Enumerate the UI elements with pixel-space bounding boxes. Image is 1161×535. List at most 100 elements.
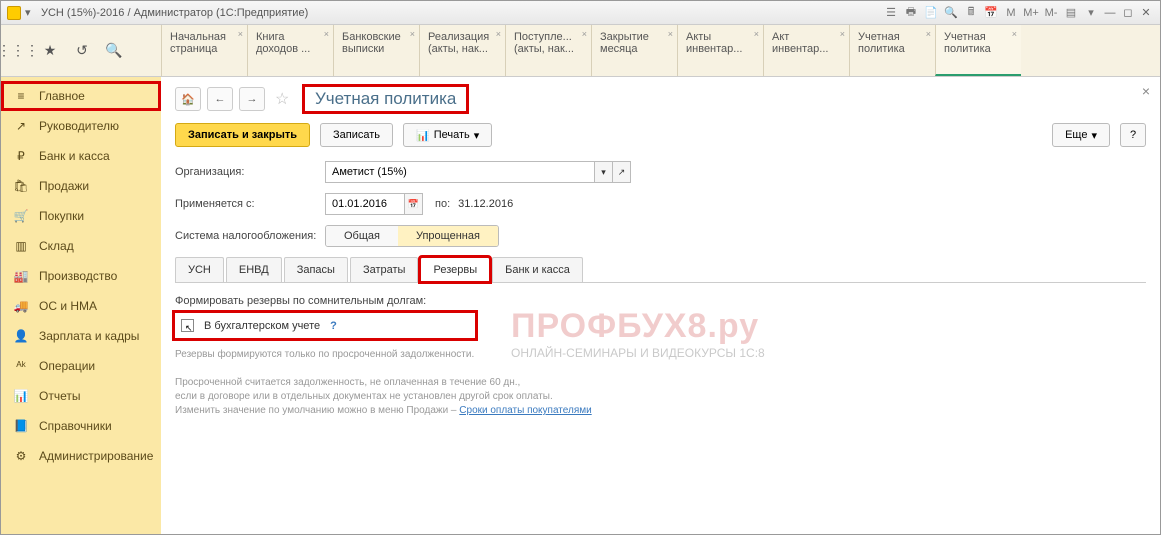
tab-close-icon[interactable]: ×: [754, 29, 759, 39]
tb-tool-2[interactable]: 🖶: [902, 5, 920, 21]
subtab-Резервы[interactable]: Резервы: [420, 257, 490, 282]
tb-tool-5[interactable]: 🖩: [962, 5, 980, 21]
subtab-Затраты[interactable]: Затраты: [350, 257, 419, 282]
sidebar-item-5[interactable]: ▥Склад: [1, 231, 161, 261]
help-link[interactable]: ?: [330, 320, 337, 332]
subtab-Запасы[interactable]: Запасы: [284, 257, 348, 282]
sidebar-icon: ⚙: [13, 449, 29, 463]
org-input[interactable]: [325, 161, 595, 183]
sidebar-item-2[interactable]: ₽ Банк и касса: [1, 141, 161, 171]
seg-simple[interactable]: Упрощенная: [398, 226, 498, 246]
to-label: по:: [435, 198, 450, 210]
watermark-main: ПРОФБУХ8.ру: [511, 307, 759, 345]
tb-tool-7[interactable]: ▤: [1062, 5, 1080, 21]
tb-tool-4[interactable]: 🔍: [942, 5, 960, 21]
tab-close-icon[interactable]: ×: [668, 29, 673, 39]
sidebar-icon: ₽: [13, 149, 29, 163]
tab-4[interactable]: ×Поступле...(акты, нак...: [505, 25, 591, 76]
print-button[interactable]: 📊 Печать ▾: [403, 123, 492, 147]
home-button[interactable]: 🏠: [175, 87, 201, 111]
search-icon[interactable]: 🔍: [105, 42, 123, 60]
tab-2[interactable]: ×Банковскиевыписки: [333, 25, 419, 76]
date-to-value: 31.12.2016: [458, 198, 513, 210]
sidebar-label: ОС и НМА: [39, 299, 97, 313]
sidebar-label: Администрирование: [39, 449, 153, 463]
save-button[interactable]: Записать: [320, 123, 393, 147]
tab-close-icon[interactable]: ×: [410, 29, 415, 39]
sidebar-item-3[interactable]: 🛍Продажи: [1, 171, 161, 201]
sidebar-icon: 📊: [13, 389, 29, 403]
tab-0[interactable]: ×Начальнаястраница: [161, 25, 247, 76]
tab-9[interactable]: ×Учетнаяполитика: [935, 25, 1021, 76]
subtab-УСН[interactable]: УСН: [175, 257, 224, 282]
reserve-checkbox-row: В бухгалтерском учете ?: [175, 313, 475, 338]
date-from-input[interactable]: [325, 193, 405, 215]
tab-6[interactable]: ×Актыинвентар...: [677, 25, 763, 76]
org-dropdown[interactable]: ▾: [595, 161, 613, 183]
sidebar-item-10[interactable]: 📊Отчеты: [1, 381, 161, 411]
subtab-ЕНВД[interactable]: ЕНВД: [226, 257, 282, 282]
tb-m-[interactable]: M-: [1042, 5, 1060, 21]
window-title: УСН (15%)-2016 / Администратор (1С:Предп…: [41, 7, 308, 19]
sidebar-item-9[interactable]: ᴬᵏОперации: [1, 351, 161, 381]
titlebar-dropdown-icon[interactable]: ▾: [25, 6, 35, 19]
tab-close-icon[interactable]: ×: [324, 29, 329, 39]
tb-m+[interactable]: M+: [1022, 5, 1040, 21]
sidebar-label: Производство: [39, 269, 117, 283]
sidebar-item-7[interactable]: 🚚ОС и НМА: [1, 291, 161, 321]
org-open[interactable]: ↗: [613, 161, 631, 183]
page-title: Учетная политика: [305, 87, 466, 111]
help-button[interactable]: ?: [1120, 123, 1146, 147]
accounting-checkbox[interactable]: [181, 319, 194, 332]
sidebar-icon: 📘: [13, 419, 29, 433]
tab-close-icon[interactable]: ×: [238, 29, 243, 39]
tb-tool-3[interactable]: 📄: [922, 5, 940, 21]
tab-7[interactable]: ×Актинвентар...: [763, 25, 849, 76]
tb-tool-1[interactable]: ☰: [882, 5, 900, 21]
tab-close-icon[interactable]: ×: [496, 29, 501, 39]
tab-3[interactable]: ×Реализация(акты, нак...: [419, 25, 505, 76]
tab-5[interactable]: ×Закрытиемесяца: [591, 25, 677, 76]
subtab-Банк и касса[interactable]: Банк и касса: [492, 257, 583, 282]
sidebar-item-1[interactable]: ↗Руководителю: [1, 111, 161, 141]
payment-terms-link[interactable]: Сроки оплаты покупателями: [459, 405, 591, 416]
sidebar-item-8[interactable]: 👤 Зарплата и кадры: [1, 321, 161, 351]
tab-1[interactable]: ×Книгадоходов ...: [247, 25, 333, 76]
grid-icon[interactable]: ⋮⋮⋮: [9, 42, 27, 60]
sidebar-item-4[interactable]: 🛒Покупки: [1, 201, 161, 231]
sidebar-item-11[interactable]: 📘 Справочники: [1, 411, 161, 441]
tb-m[interactable]: M: [1002, 5, 1020, 21]
star-icon[interactable]: ★: [41, 42, 59, 60]
sidebar-label: Зарплата и кадры: [39, 329, 139, 343]
sidebar-item-6[interactable]: 🏭Производство: [1, 261, 161, 291]
sidebar-label: Продажи: [39, 179, 89, 193]
sidebar-item-12[interactable]: ⚙ Администрирование: [1, 441, 161, 471]
tab-close-icon[interactable]: ×: [582, 29, 587, 39]
favorite-icon[interactable]: ☆: [275, 89, 295, 109]
titlebar: ▾ УСН (15%)-2016 / Администратор (1С:Пре…: [1, 1, 1160, 25]
history-icon[interactable]: ↺: [73, 42, 91, 60]
tab-close-icon[interactable]: ×: [926, 29, 931, 39]
nav-back[interactable]: ←: [207, 87, 233, 111]
tab-8[interactable]: ×Учетнаяполитика: [849, 25, 935, 76]
calendar-icon[interactable]: 📅: [405, 193, 423, 215]
more-label: Еще: [1065, 129, 1087, 141]
sidebar-label: Руководителю: [39, 119, 119, 133]
sidebar-icon: 👤: [13, 329, 29, 343]
hint4a: Изменить значение по умолчанию можно в м…: [175, 405, 459, 416]
sidebar-label: Банк и касса: [39, 149, 110, 163]
save-close-button[interactable]: Записать и закрыть: [175, 123, 310, 147]
nav-forward[interactable]: →: [239, 87, 265, 111]
sidebar-label: Справочники: [39, 419, 112, 433]
maximize-button[interactable]: ◻: [1120, 5, 1136, 21]
sidebar-item-0[interactable]: ≡Главное: [1, 81, 161, 111]
minimize-button[interactable]: —: [1102, 5, 1118, 21]
close-button[interactable]: ✕: [1138, 5, 1154, 21]
tab-close-icon[interactable]: ×: [1012, 29, 1017, 39]
tb-tool-8[interactable]: ▾: [1082, 5, 1100, 21]
tb-tool-6[interactable]: 📅: [982, 5, 1000, 21]
page-close-button[interactable]: ×: [1142, 83, 1150, 99]
tab-close-icon[interactable]: ×: [840, 29, 845, 39]
seg-general[interactable]: Общая: [326, 226, 398, 246]
more-button[interactable]: Еще ▾: [1052, 123, 1110, 147]
